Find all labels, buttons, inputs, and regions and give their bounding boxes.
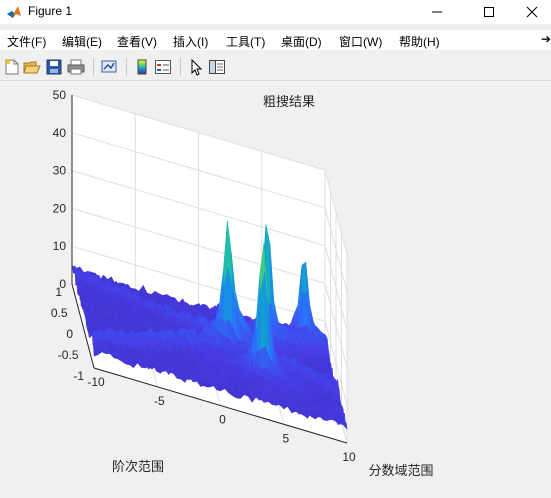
minimize-button[interactable] xyxy=(414,0,460,24)
matlab-logo-icon xyxy=(7,6,21,18)
surface-plot[interactable]: 01020304050-1-0.500.51-10-50510 粗搜结果 阶次范… xyxy=(0,81,551,498)
menu-window[interactable]: 窗口(W) xyxy=(339,33,382,50)
menu-overflow-arrow-icon[interactable]: ➔ xyxy=(541,32,551,46)
z-tick-label: 20 xyxy=(53,201,67,215)
z-tick-label: 50 xyxy=(53,88,67,102)
link-plot-icon[interactable] xyxy=(100,58,118,76)
toolbar-separator xyxy=(180,58,181,76)
menu-tools[interactable]: 工具(T) xyxy=(226,33,265,50)
x-tick-label: -10 xyxy=(87,375,105,389)
x-tick-label: -5 xyxy=(154,394,165,408)
close-icon xyxy=(526,6,537,18)
z-tick-label: 40 xyxy=(53,126,67,140)
menu-view[interactable]: 查看(V) xyxy=(117,33,157,50)
y-tick-label: 1 xyxy=(55,285,62,299)
y-tick-label: -1 xyxy=(73,369,84,383)
maximize-icon xyxy=(484,7,494,17)
toolbar-separator xyxy=(126,58,127,76)
x-axis-label: 分数域范围 xyxy=(368,464,433,479)
menu-bar: 文件(F) 编辑(E) 查看(V) 插入(I) 工具(T) 桌面(D) 窗口(W… xyxy=(0,30,551,50)
figure-window: Figure 1 文件(F) 编辑(E) 查看(V) 插入(I) 工具(T) 桌… xyxy=(0,0,551,498)
toolbar-separator xyxy=(93,58,94,76)
y-tick-label: 0 xyxy=(66,327,73,341)
new-figure-icon[interactable] xyxy=(3,58,21,76)
menu-insert[interactable]: 插入(I) xyxy=(173,33,208,50)
y-axis-label: 阶次范围 xyxy=(112,459,164,475)
pointer-icon[interactable] xyxy=(187,58,205,76)
x-tick-label: 0 xyxy=(219,413,226,427)
colorbar-icon[interactable] xyxy=(133,58,151,76)
chart-title: 粗搜结果 xyxy=(263,95,315,110)
z-tick-label: 30 xyxy=(53,164,67,178)
legend-icon[interactable] xyxy=(154,58,172,76)
toolbar xyxy=(0,54,551,81)
menu-desktop[interactable]: 桌面(D) xyxy=(281,33,322,50)
menu-edit[interactable]: 编辑(E) xyxy=(62,33,102,50)
close-button[interactable] xyxy=(512,0,551,24)
minimize-icon xyxy=(432,11,442,13)
save-icon[interactable] xyxy=(45,58,63,76)
y-tick-label: 0.5 xyxy=(51,306,68,320)
property-editor-icon[interactable] xyxy=(208,58,226,76)
y-tick-label: -0.5 xyxy=(58,348,79,362)
maximize-button[interactable] xyxy=(466,0,512,24)
plot-area: 0 10 20 30 40 50 -1 -0.5 0 0.5 1 -10 -5 0 5 10 粗搜结果 阶次范… xyxy=(0,81,551,498)
open-file-icon[interactable] xyxy=(23,58,41,76)
title-bar: Figure 1 xyxy=(0,0,551,24)
z-tick-label: 10 xyxy=(53,239,67,253)
print-icon[interactable] xyxy=(67,58,85,76)
window-title: Figure 1 xyxy=(28,4,73,18)
x-tick-label: 10 xyxy=(342,450,356,464)
menu-help[interactable]: 帮助(H) xyxy=(399,33,440,50)
x-tick-label: 5 xyxy=(282,431,289,445)
menu-file[interactable]: 文件(F) xyxy=(7,33,46,50)
